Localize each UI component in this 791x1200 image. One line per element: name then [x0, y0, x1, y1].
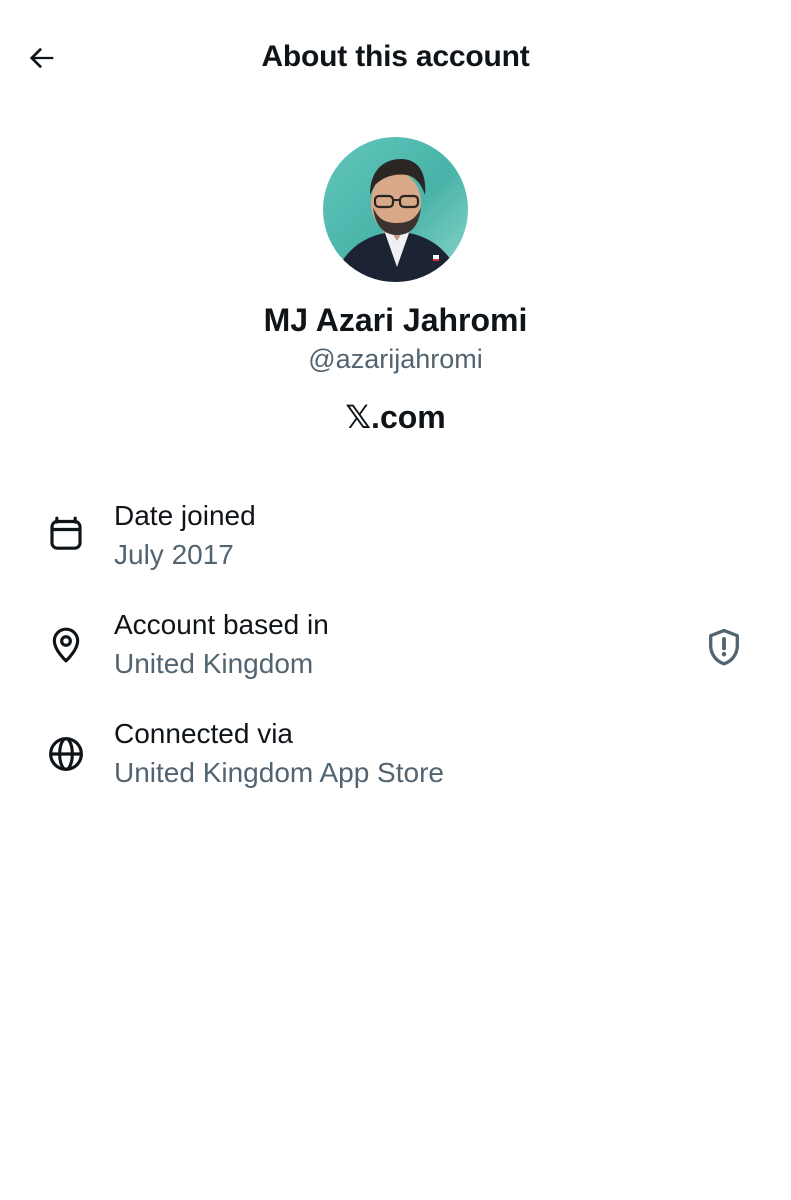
info-row-date-joined: Date joined July 2017 — [0, 500, 791, 590]
site-label: 𝕏.com — [345, 399, 446, 435]
row-title: Account based in — [114, 609, 329, 640]
row-title: Date joined — [114, 500, 256, 531]
row-value: July 2017 — [114, 539, 234, 570]
page-title: About this account — [261, 40, 530, 73]
profile-photo — [323, 137, 468, 282]
globe-icon — [49, 737, 83, 771]
profile-handle: @azarijahromi — [308, 344, 483, 374]
info-row-account-based-in: Account based in United Kingdom — [0, 609, 791, 699]
profile-name: MJ Azari Jahromi — [263, 302, 528, 338]
row-title: Connected via — [114, 718, 294, 749]
shield-alert-icon[interactable] — [703, 626, 745, 668]
row-value: United Kingdom — [114, 648, 314, 679]
avatar[interactable] — [323, 137, 468, 282]
top-bar: About this account — [0, 0, 791, 116]
location-pin-icon — [52, 627, 80, 663]
info-row-connected-via: Connected via United Kingdom App Store — [0, 718, 791, 808]
calendar-icon — [50, 516, 82, 550]
row-value: United Kingdom App Store — [114, 757, 444, 788]
